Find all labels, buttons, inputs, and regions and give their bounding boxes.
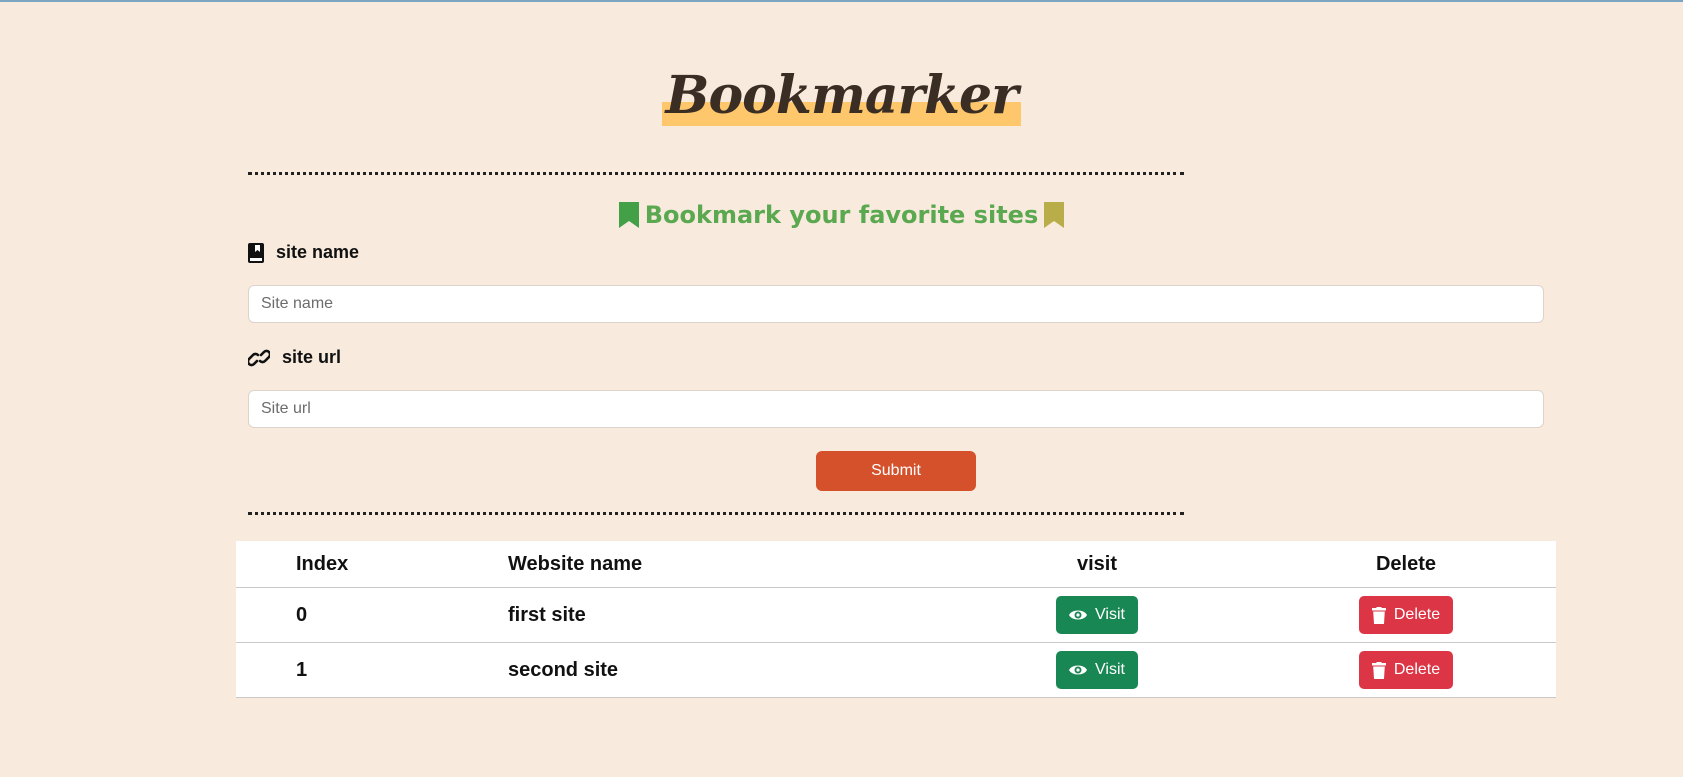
visit-button[interactable]: Visit xyxy=(1056,596,1138,634)
delete-button[interactable]: Delete xyxy=(1358,596,1454,634)
site-url-input[interactable] xyxy=(248,390,1544,428)
link-icon xyxy=(248,349,270,366)
trash-icon xyxy=(1371,661,1386,679)
eye-icon xyxy=(1069,665,1088,675)
trash-icon xyxy=(1371,606,1386,624)
submit-button[interactable]: Submit xyxy=(816,451,976,491)
site-url-label: site url xyxy=(248,347,341,368)
row-index: 0 xyxy=(236,587,508,643)
column-header-delete: Delete xyxy=(1256,541,1556,588)
site-url-label-text: site url xyxy=(282,347,342,367)
app-title-text: Bookmarker xyxy=(665,65,1019,126)
book-icon xyxy=(248,242,264,263)
delete-button-label: Delete xyxy=(1393,606,1441,623)
app-title: Bookmarker xyxy=(661,60,1022,132)
visit-button[interactable]: Visit xyxy=(1056,651,1138,689)
row-delete-cell: Delete xyxy=(1256,642,1556,698)
column-header-index: Index xyxy=(236,541,508,588)
bookmark-icon xyxy=(618,202,639,228)
table-header-row: Index Website name visit Delete xyxy=(236,541,1556,588)
site-name-label-text: site name xyxy=(276,242,360,262)
delete-button[interactable]: Delete xyxy=(1358,651,1454,689)
row-website-name: second site xyxy=(508,642,938,698)
subtitle-text: Bookmark your favorite sites xyxy=(644,201,1039,229)
delete-button-label: Delete xyxy=(1393,661,1441,678)
row-visit-cell: Visit xyxy=(938,642,1256,698)
site-name-label: site name xyxy=(248,242,359,263)
bookmarks-table: Index Website name visit Delete 0 first … xyxy=(236,541,1556,698)
row-website-name: first site xyxy=(508,587,938,643)
bottom-divider xyxy=(248,512,1184,515)
row-delete-cell: Delete xyxy=(1256,587,1556,643)
site-name-input[interactable] xyxy=(248,285,1544,323)
eye-icon xyxy=(1069,610,1088,620)
table-row: 1 second site Visit Delete xyxy=(236,642,1556,698)
row-index: 1 xyxy=(236,642,508,698)
table-row: 0 first site Visit Delete xyxy=(236,587,1556,643)
row-visit-cell: Visit xyxy=(938,587,1256,643)
column-header-website-name: Website name xyxy=(508,541,938,588)
bookmark-icon xyxy=(1044,202,1065,228)
visit-button-label: Visit xyxy=(1095,606,1125,623)
column-header-visit: visit xyxy=(938,541,1256,588)
visit-button-label: Visit xyxy=(1095,661,1125,678)
header: Bookmarker xyxy=(0,60,1683,132)
subtitle: Bookmark your favorite sites xyxy=(0,200,1683,229)
top-divider xyxy=(248,172,1184,175)
